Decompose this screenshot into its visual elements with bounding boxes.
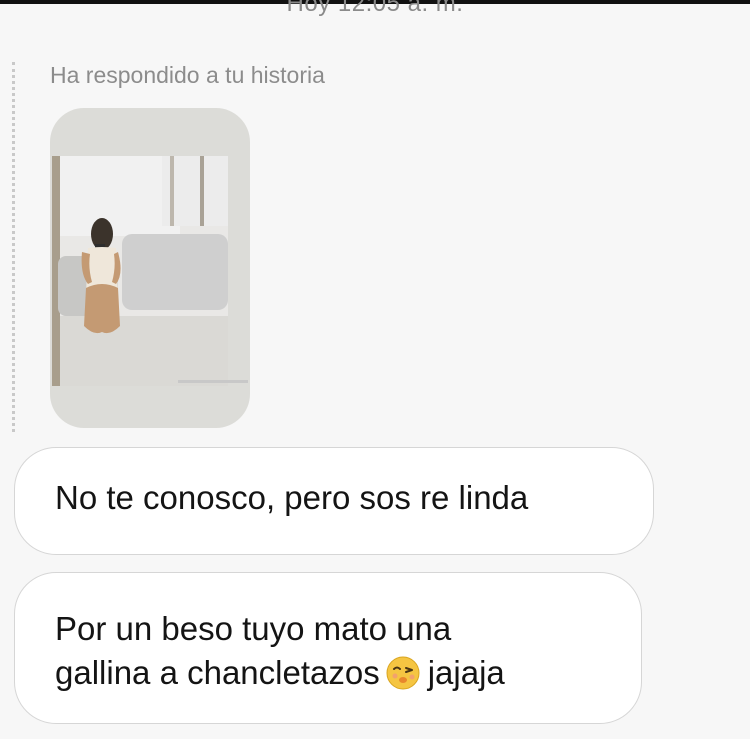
- story-photo-image: [52, 156, 228, 386]
- message-bubble[interactable]: No te conosco, pero sos re linda: [14, 447, 654, 555]
- kiss-winking-face-icon: [386, 656, 420, 690]
- message-bubble[interactable]: Por un beso tuyo mato una gallina a chan…: [14, 572, 642, 724]
- message-suffix: jajaja: [427, 654, 505, 691]
- message-text-line: gallina a chancletazos jajaja: [55, 651, 621, 695]
- story-reply-caption: Ha respondido a tu historia: [50, 62, 325, 88]
- message-text: gallina a chancletazos: [55, 654, 380, 691]
- message-text: No te conosco, pero sos re linda: [55, 479, 529, 516]
- story-thumbnail[interactable]: [50, 108, 250, 428]
- story-progress-line: [178, 380, 248, 383]
- reply-thread-indicator: [12, 62, 15, 432]
- message-text: Por un beso tuyo mato una: [55, 610, 452, 647]
- message-timestamp: Hoy 12:05 a. m.: [286, 0, 464, 17]
